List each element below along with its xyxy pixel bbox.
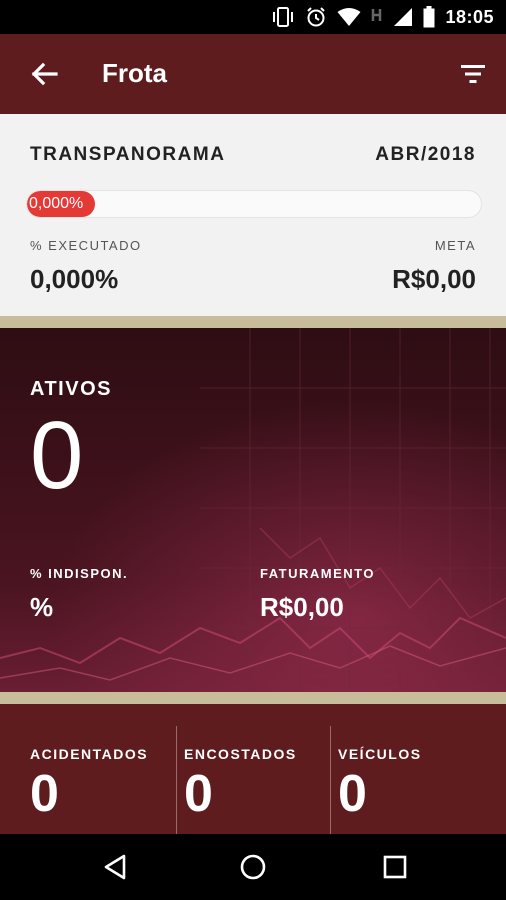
wifi-icon bbox=[337, 8, 361, 26]
period-label: ABR/2018 bbox=[375, 144, 476, 165]
vibrate-icon bbox=[273, 7, 294, 27]
active-label: ATIVOS bbox=[30, 378, 112, 400]
executed-value: 0,000% bbox=[30, 264, 119, 294]
status-time: 18:05 bbox=[445, 6, 494, 27]
unavailable-label: % INDISPON. bbox=[30, 566, 129, 581]
page-title: Frota bbox=[102, 58, 167, 88]
alarm-icon bbox=[307, 7, 326, 27]
stat-value: 0 bbox=[30, 765, 59, 823]
stat-accidented[interactable]: ACIDENTADOS 0 bbox=[30, 704, 170, 834]
home-circle-icon[interactable] bbox=[238, 852, 268, 882]
progress-fill: 0,000% bbox=[27, 191, 95, 217]
system-nav-bar bbox=[0, 834, 506, 900]
billing-value: R$0,00 bbox=[260, 592, 344, 622]
signal-icon bbox=[394, 8, 413, 26]
filter-icon[interactable] bbox=[460, 62, 486, 86]
arrow-left-icon[interactable] bbox=[28, 58, 60, 90]
meta-label: META bbox=[434, 238, 476, 253]
meta-value: R$0,00 bbox=[392, 264, 476, 294]
app-bar: Frota bbox=[0, 34, 506, 114]
stat-label: VEÍCULOS bbox=[338, 746, 422, 762]
company-name: TRANSPANORAMA bbox=[30, 144, 226, 165]
billing-label: FATURAMENTO bbox=[260, 566, 375, 581]
stat-value: 0 bbox=[184, 765, 213, 823]
stat-value: 0 bbox=[338, 765, 367, 823]
recents-square-icon[interactable] bbox=[380, 852, 410, 882]
network-h-icon bbox=[372, 9, 382, 21]
progress-bar: 0,000% bbox=[26, 190, 482, 218]
status-bar: 18:05 bbox=[0, 0, 506, 34]
back-triangle-icon[interactable] bbox=[100, 852, 130, 882]
stat-label: ACIDENTADOS bbox=[30, 746, 149, 762]
gold-divider bbox=[0, 316, 506, 328]
progress-label: 0,000% bbox=[29, 195, 84, 212]
active-value: 0 bbox=[30, 402, 84, 509]
fleet-stats-row: ACIDENTADOS 0 ENCOSTADOS 0 VEÍCULOS 0 bbox=[0, 704, 506, 834]
stat-divider bbox=[176, 726, 177, 834]
stat-label: ENCOSTADOS bbox=[184, 746, 297, 762]
stat-parked[interactable]: ENCOSTADOS 0 bbox=[184, 704, 324, 834]
summary-card: TRANSPANORAMA ABR/2018 0,000% % EXECUTAD… bbox=[0, 114, 506, 316]
executed-label: % EXECUTADO bbox=[30, 238, 142, 253]
fleet-hero-section: ATIVOS 0 % INDISPON. % FATURAMENTO R$0,0… bbox=[0, 328, 506, 692]
stat-vehicles[interactable]: VEÍCULOS 0 bbox=[338, 704, 478, 834]
unavailable-value: % bbox=[30, 592, 54, 622]
stat-divider bbox=[330, 726, 331, 834]
gold-divider bbox=[0, 692, 506, 704]
battery-icon bbox=[423, 6, 435, 28]
